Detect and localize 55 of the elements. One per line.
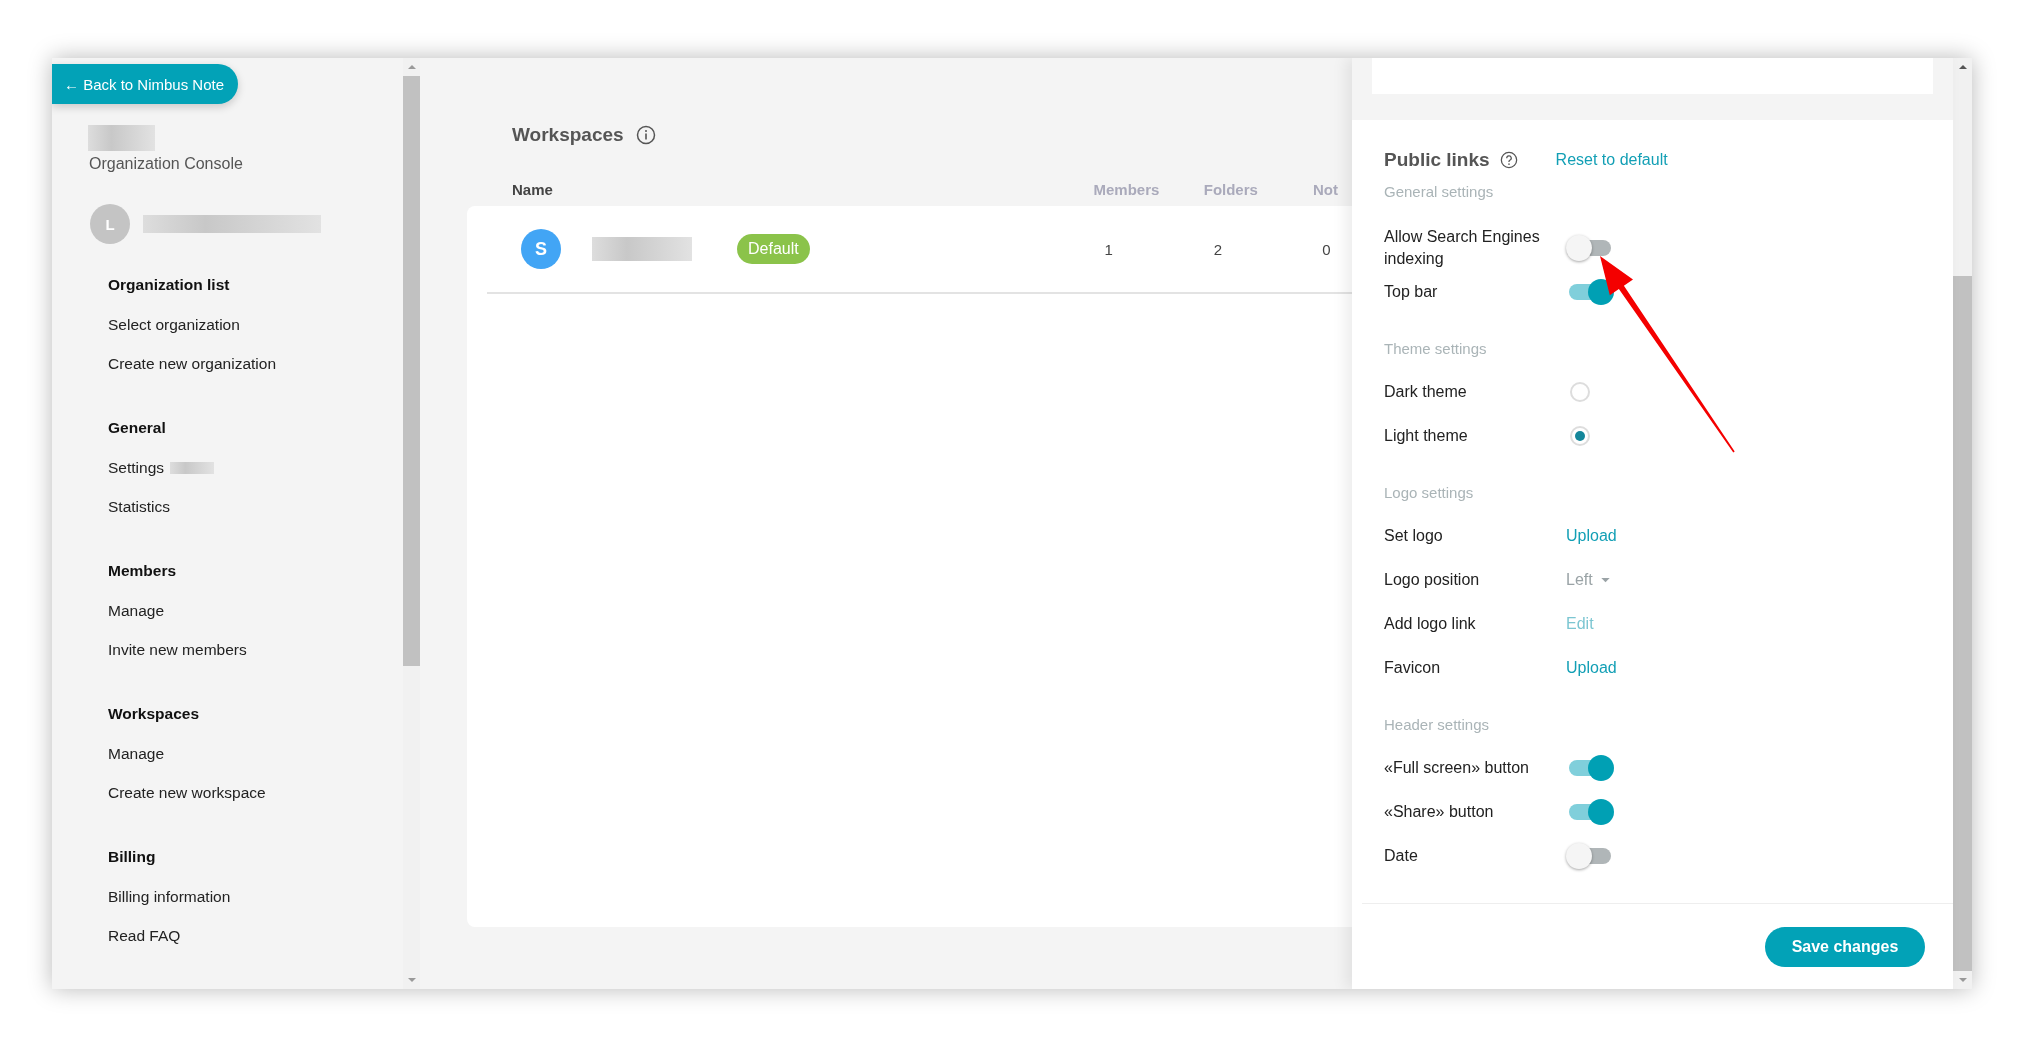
blurred-logo <box>88 125 155 151</box>
setting-label: Logo position <box>1384 570 1481 590</box>
setting-label: Set logo <box>1384 526 1444 546</box>
section-title: General <box>108 418 167 438</box>
group-heading: General settings <box>1384 184 1495 202</box>
sidebar-item[interactable]: Create new organization <box>108 354 277 373</box>
setting-label: Date <box>1384 846 1419 866</box>
scroll-down-icon[interactable] <box>1957 977 1968 983</box>
default-badge: Default <box>737 234 810 264</box>
group-heading: Logo settings <box>1384 483 1475 503</box>
scrollbar[interactable] <box>1953 58 1972 989</box>
group-heading: Header settings <box>1384 715 1491 735</box>
section-title: Members <box>108 561 178 581</box>
sidebar-item[interactable]: Create new workspace <box>108 783 266 802</box>
scrollbar[interactable] <box>403 58 420 989</box>
sidebar-item[interactable]: Settings <box>108 458 164 477</box>
user-avatar: L <box>90 204 130 244</box>
page-title: Workspaces <box>512 124 624 146</box>
table-cell-text: 2 <box>1212 240 1224 258</box>
table-cell-text: 0 <box>1321 240 1332 258</box>
section-title: Organization list <box>108 275 231 295</box>
sidebar-item[interactable]: Invite new members <box>108 640 247 659</box>
setting-label: Favicon <box>1384 658 1442 678</box>
column-header: Members <box>1093 180 1161 198</box>
setting-label: «Share» button <box>1384 802 1495 822</box>
column-header: Name <box>512 180 554 198</box>
table-cell-text: 1 <box>1103 240 1114 258</box>
section-title: Billing <box>108 847 157 867</box>
setting-label: Light theme <box>1384 426 1469 446</box>
caret-icon <box>1600 577 1610 583</box>
blurred-badge <box>170 461 214 474</box>
sidebar-item[interactable]: Statistics <box>108 497 170 516</box>
sidebar-item[interactable]: Manage <box>108 601 164 620</box>
radio-button[interactable] <box>1570 426 1590 446</box>
radio-button[interactable] <box>1570 382 1590 402</box>
group-heading: Theme settings <box>1384 339 1488 359</box>
console-subtitle: Organization Console <box>89 155 243 173</box>
scroll-up-icon[interactable] <box>1957 64 1968 70</box>
panel-title: Public links <box>1384 149 1490 171</box>
setting-label: «Full screen» button <box>1384 758 1530 778</box>
column-header: Not <box>1313 180 1339 198</box>
help-icon[interactable] <box>1499 151 1518 169</box>
setting-label: Dark theme <box>1384 382 1468 402</box>
setting-label: Top bar <box>1384 282 1439 302</box>
sidebar-item[interactable]: Select organization <box>108 315 240 334</box>
workspace-avatar: S <box>521 229 561 269</box>
scroll-down-icon[interactable] <box>406 977 417 983</box>
setting-label: Allow Search Engines indexing <box>1384 227 1541 269</box>
info-icon[interactable] <box>635 125 656 145</box>
sidebar-item[interactable]: Read FAQ <box>108 926 181 945</box>
setting-label: Add logo link <box>1384 614 1477 634</box>
sidebar-item[interactable]: Manage <box>108 744 164 763</box>
column-header: Folders <box>1203 180 1259 198</box>
section-title: Workspaces <box>108 704 201 724</box>
sidebar-item[interactable]: Billing information <box>108 887 231 906</box>
